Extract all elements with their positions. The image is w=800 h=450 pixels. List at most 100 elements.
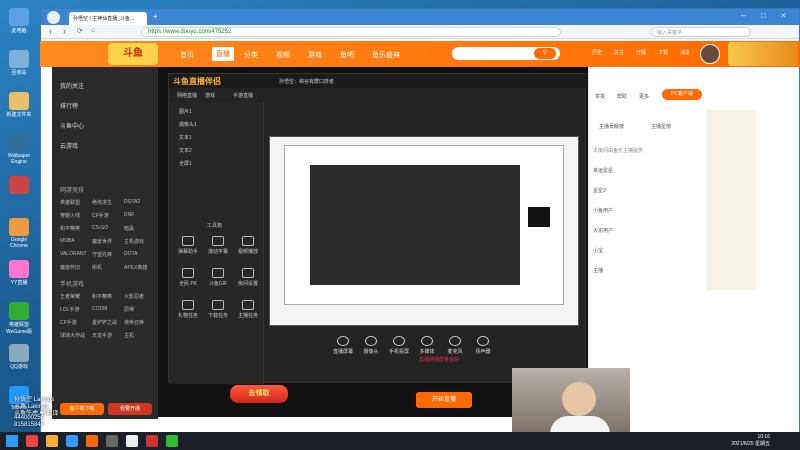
promo-claim-button[interactable]: 去领取: [230, 385, 288, 403]
studio-tool[interactable]: 滚动字幕: [203, 236, 233, 255]
stream-player[interactable]: 斗鱼直播伴侣 孙悟空：峡谷有群口技者 网络直播 游戏 手游直播 图片1 摄像头1 文本1…: [158, 67, 588, 417]
studio-control[interactable]: 多媒体: [413, 336, 441, 355]
studio-tool[interactable]: 主播任务: [233, 300, 263, 319]
studio-tab[interactable]: 手游直播: [233, 92, 253, 99]
panel-tab[interactable]: 帮助: [617, 93, 627, 100]
scene-layer[interactable]: 图片1: [179, 108, 192, 115]
game-link[interactable]: VALORANT: [60, 251, 87, 257]
sidebar-item[interactable]: 云游戏: [60, 141, 78, 150]
studio-tool[interactable]: 视频播放: [233, 236, 263, 255]
rank-tab[interactable]: 主播星榜: [651, 123, 671, 130]
scene-layer[interactable]: 摄像头1: [179, 121, 197, 128]
taskbar-app-icon[interactable]: [86, 435, 98, 447]
taskbar-app-icon[interactable]: [46, 435, 58, 447]
studio-tool[interactable]: 礼物任务: [173, 300, 203, 319]
taskbar-app-icon[interactable]: [66, 435, 78, 447]
search-button[interactable]: ⚲: [534, 48, 556, 59]
mobile-game-link[interactable]: 金铲铲之战: [92, 319, 117, 326]
taskbar-app-icon[interactable]: [106, 435, 118, 447]
refresh-icon[interactable]: ⟳: [77, 27, 83, 35]
studio-tool[interactable]: 弹幕助手: [173, 236, 203, 255]
maximize-icon[interactable]: □: [761, 11, 766, 20]
mobile-game-link[interactable]: 天龙手游: [92, 332, 112, 339]
stream-preview[interactable]: [269, 136, 579, 326]
game-link[interactable]: 魔兽怀旧: [60, 264, 80, 271]
nav-item[interactable]: 直播: [212, 47, 234, 61]
game-link[interactable]: 守望先锋: [92, 251, 112, 258]
scene-layer[interactable]: 文本1: [179, 134, 192, 141]
header-icon[interactable]: 关注: [610, 49, 628, 56]
studio-control[interactable]: 扬声器: [469, 336, 497, 355]
desktop-icon[interactable]: 新建文件夹: [2, 92, 36, 118]
side-ad-column[interactable]: [706, 110, 756, 290]
user-avatar[interactable]: [700, 44, 720, 64]
desktop-icon[interactable]: [2, 176, 36, 195]
game-link[interactable]: APEX英雄: [124, 264, 147, 271]
panel-tab[interactable]: 举报: [595, 93, 605, 100]
studio-tab[interactable]: 游戏: [205, 92, 215, 99]
nav-item[interactable]: 首页: [180, 50, 194, 60]
nav-item[interactable]: 鱼吧: [340, 50, 354, 60]
studio-tab[interactable]: 网络直播: [177, 92, 197, 99]
header-icon[interactable]: 消息: [676, 49, 694, 56]
sidebar-item[interactable]: 排行榜: [60, 101, 78, 110]
desktop-icon[interactable]: Wallpaper Engine: [2, 134, 36, 165]
header-icon[interactable]: 历史: [588, 49, 606, 56]
studio-tool[interactable]: 斗鱼GIF: [203, 268, 233, 287]
game-link[interactable]: 英雄联盟: [60, 199, 80, 206]
mobile-game-link[interactable]: 球球大作战: [60, 332, 85, 339]
game-link[interactable]: 街机: [92, 264, 102, 271]
game-link[interactable]: CF手游: [92, 212, 109, 219]
scene-layer[interactable]: 文本2: [179, 147, 192, 154]
desktop-icon[interactable]: 英雄联盟 WeGame版: [2, 302, 36, 335]
taskbar-app-icon[interactable]: [26, 435, 38, 447]
sidebar-item[interactable]: 斗鱼中心: [60, 121, 84, 130]
game-link[interactable]: 绝地求生: [92, 199, 112, 206]
game-link[interactable]: 主机游戏: [124, 238, 144, 245]
studio-control[interactable]: 手机投屏: [385, 336, 413, 355]
mobile-game-link[interactable]: LOL手游: [60, 306, 79, 313]
start-stream-button[interactable]: 我要开播: [108, 403, 152, 415]
mobile-game-link[interactable]: 原神: [124, 306, 134, 313]
browser-logo-icon[interactable]: [47, 11, 60, 24]
sidebar-item[interactable]: 我的关注: [60, 81, 84, 90]
nav-item[interactable]: 游戏: [308, 50, 322, 60]
browser-tab[interactable]: 孙悟空 | 主神仙直播_斗鱼...: [69, 12, 147, 25]
browser-search-input[interactable]: 输入关键字: [651, 27, 751, 37]
minimize-icon[interactable]: –: [741, 11, 745, 20]
studio-control[interactable]: 麦克风: [441, 336, 469, 355]
nav-item[interactable]: 分类: [244, 50, 258, 60]
mobile-game-link[interactable]: 主机: [124, 332, 134, 339]
close-icon[interactable]: ×: [781, 11, 786, 20]
desktop-icon[interactable]: QQ游戏: [2, 344, 36, 370]
game-link[interactable]: DOTA: [124, 251, 138, 257]
studio-tool[interactable]: 下载任务: [203, 300, 233, 319]
desktop-icon[interactable]: Google Chrome: [2, 218, 36, 249]
douyu-logo[interactable]: 斗鱼: [108, 43, 158, 65]
home-icon[interactable]: ⌂: [91, 27, 95, 34]
panel-tab[interactable]: 更多: [639, 93, 649, 100]
clock[interactable]: 10:16 2021/6/25 星期五: [731, 434, 770, 448]
forward-icon[interactable]: ›: [63, 26, 66, 36]
mobile-game-link[interactable]: 和平精英: [92, 293, 112, 300]
mobile-game-link[interactable]: 使命召唤: [124, 319, 144, 326]
studio-control[interactable]: 摄像头: [357, 336, 385, 355]
scene-layer[interactable]: 全屏1: [179, 160, 192, 167]
taskbar-app-icon[interactable]: [166, 435, 178, 447]
pc-client-button[interactable]: PC客户端: [662, 89, 702, 100]
client-download-button[interactable]: 客户端下载: [60, 403, 104, 415]
address-bar[interactable]: https://www.douyu.com/475252: [141, 27, 561, 37]
rank-tab[interactable]: 主播贡献榜: [599, 123, 624, 130]
start-live-button[interactable]: 开始直播: [416, 392, 472, 408]
mobile-game-link[interactable]: CODM: [92, 306, 107, 312]
header-icon[interactable]: 下载: [654, 49, 672, 56]
desktop-icon[interactable]: YY直播: [2, 260, 36, 286]
studio-tool[interactable]: 全民 PK: [173, 268, 203, 287]
game-link[interactable]: CS:GO: [92, 225, 108, 231]
game-link[interactable]: 暗黑: [124, 225, 134, 232]
desktop-icon[interactable]: 回收站: [2, 50, 36, 76]
game-link[interactable]: MOBA: [60, 238, 75, 244]
game-link[interactable]: 和平精英: [60, 225, 80, 232]
game-link[interactable]: DOTA2: [124, 199, 140, 205]
header-banner[interactable]: [728, 42, 798, 66]
